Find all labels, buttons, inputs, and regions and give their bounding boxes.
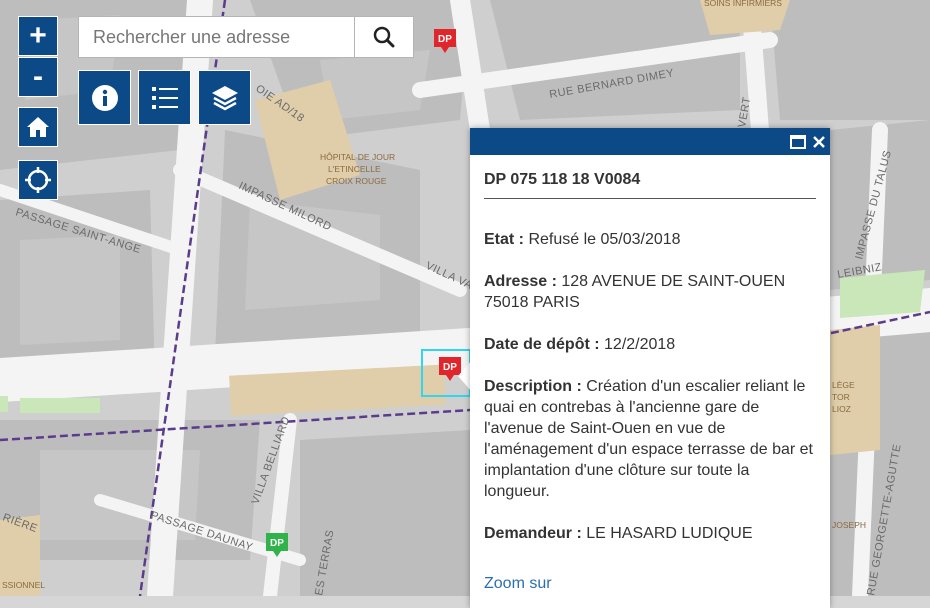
description-value: Création d'un escalier reliant le quai e… — [484, 378, 813, 500]
close-icon — [813, 135, 825, 148]
place-label-hopital-2: L'ETINCELLE — [328, 164, 381, 174]
crosshair-icon — [25, 167, 51, 193]
field-description: Description : Création d'un escalier rel… — [484, 376, 816, 502]
place-label-soins-infirmiers: SOINS INFIRMIERS — [704, 0, 782, 8]
info-icon — [91, 84, 118, 111]
layers-button[interactable] — [198, 70, 251, 125]
place-label-hopital-3: CROIX ROUGE — [326, 176, 387, 186]
field-date-depot: Date de dépôt : 12/2/2018 — [484, 334, 816, 355]
search-icon — [373, 26, 395, 48]
popup-header — [470, 128, 830, 155]
date-value: 12/2/2018 — [604, 336, 676, 353]
dp-marker-label: DP — [438, 34, 452, 45]
locate-button[interactable] — [18, 160, 58, 200]
etat-value: Refusé le 05/03/2018 — [528, 231, 681, 248]
place-label-tor: TOR — [832, 392, 850, 402]
etat-label: Etat : — [484, 231, 524, 248]
place-label-joseph: JOSEPH — [832, 520, 866, 530]
layers-icon — [211, 85, 238, 110]
home-button[interactable] — [18, 107, 58, 147]
dp-marker[interactable]: DP — [433, 28, 457, 59]
maximize-button[interactable] — [790, 134, 806, 149]
field-demandeur: Demandeur : LE HASARD LUDIQUE — [484, 523, 816, 544]
maximize-icon — [790, 134, 806, 149]
place-label-lege: LÈGE — [832, 380, 855, 390]
date-label: Date de dépôt : — [484, 336, 600, 353]
dp-marker-label: DP — [270, 538, 284, 549]
field-adresse: Adresse : 128 AVENUE DE SAINT-OUEN 75018… — [484, 271, 816, 313]
search-input[interactable] — [79, 17, 354, 57]
demandeur-value: LE HASARD LUDIQUE — [586, 525, 753, 542]
demandeur-label: Demandeur : — [484, 525, 582, 542]
zoom-to-link[interactable]: Zoom sur — [484, 573, 552, 594]
close-button[interactable] — [812, 135, 826, 149]
description-label: Description : — [484, 378, 582, 395]
legend-button[interactable] — [138, 70, 191, 125]
place-label-lioz: LIOZ — [832, 404, 851, 414]
list-icon — [151, 86, 178, 109]
zoom-out-button[interactable]: - — [18, 57, 58, 97]
dp-marker-accepted[interactable]: DP — [265, 532, 289, 563]
popup-body: DP 075 118 18 V0084 Etat : Refusé le 05/… — [470, 155, 830, 594]
popup-title: DP 075 118 18 V0084 — [484, 169, 816, 199]
adresse-label: Adresse : — [484, 273, 557, 290]
search-button[interactable] — [354, 17, 413, 57]
search-bar — [78, 16, 414, 58]
place-label-ssionnel: SSIONNEL — [2, 580, 45, 590]
field-etat: Etat : Refusé le 05/03/2018 — [484, 229, 816, 250]
home-icon — [27, 117, 49, 137]
info-button[interactable] — [78, 70, 131, 125]
info-popup: DP 075 118 18 V0084 Etat : Refusé le 05/… — [470, 128, 830, 608]
place-label-hopital-1: HÔPITAL DE JOUR — [320, 152, 395, 162]
zoom-in-button[interactable]: + — [18, 16, 58, 56]
